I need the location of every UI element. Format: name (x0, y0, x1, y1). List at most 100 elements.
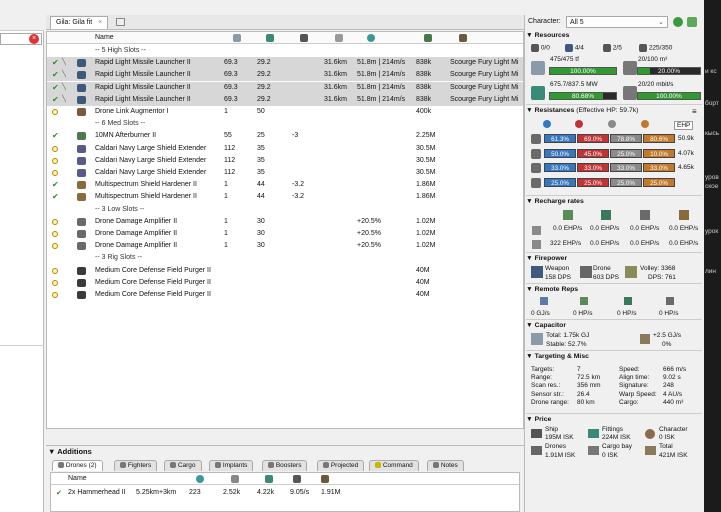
module-state-icon[interactable]: ✔ (52, 179, 59, 191)
module-row[interactable]: ✔ Multispectrum Shield Hardener II 1 44 -3.2… (47, 179, 523, 191)
resist-cell: 69.0% (577, 134, 609, 143)
module-state-icon[interactable] (52, 289, 58, 301)
module-state-icon[interactable] (52, 143, 58, 155)
clear-search-icon[interactable]: × (29, 34, 39, 44)
column-header-capacitor-icon[interactable] (300, 32, 308, 44)
tab-drones[interactable]: Drones (2) (52, 460, 103, 471)
module-icon (77, 277, 86, 289)
column-header-charge-icon[interactable] (459, 32, 467, 44)
module-state-icon[interactable]: ✔ (52, 57, 59, 69)
module-row[interactable]: Medium Core Defense Field Purger II 40M (47, 289, 523, 301)
new-tab-icon[interactable] (116, 18, 125, 26)
slot-separator[interactable]: -- 3 Rig Slots -- (47, 252, 523, 264)
module-state-icon[interactable] (52, 167, 58, 179)
module-state-icon[interactable] (52, 216, 58, 228)
module-c2: 50 (257, 108, 265, 115)
module-state-icon[interactable] (52, 106, 58, 118)
module-state-icon[interactable]: ✔ (52, 191, 59, 203)
drone-row[interactable]: ✔ 2x Hammerhead II 5.25km+3km 223 2.52k … (51, 487, 519, 499)
remote-cap-value: 0 GJ/s (531, 310, 550, 317)
module-state-icon[interactable] (52, 265, 58, 277)
recharge-heading[interactable]: ▼ Recharge rates (526, 198, 584, 205)
firepower-heading[interactable]: ▼ Firepower (526, 255, 567, 262)
background-window-text: и кс (705, 68, 717, 75)
module-row[interactable]: Medium Core Defense Field Purger II 40M (47, 277, 523, 289)
drone-column-name[interactable]: Name (68, 475, 87, 482)
module-state-icon[interactable]: ✔ (52, 130, 59, 142)
module-row[interactable]: ✔ Multispectrum Shield Hardener II 1 44 -3.2… (47, 191, 523, 203)
price-heading[interactable]: ▼ Price (526, 416, 551, 423)
tab-fighters[interactable]: Fighters (114, 460, 158, 471)
targeting-label: Range: (531, 374, 552, 382)
passive-shield-recharge: 322 EHP/s (550, 240, 582, 247)
module-row[interactable]: Caldari Navy Large Shield Extender 112 35 3… (47, 167, 523, 179)
module-row[interactable]: ✔ 10MN Afterburner II 55 25 -3 2.25M (47, 130, 523, 142)
module-state-icon[interactable] (52, 228, 58, 240)
drone-range: 5.25km+3km (136, 489, 177, 496)
slot-separator[interactable]: -- 6 Med Slots -- (47, 118, 523, 130)
module-name: Caldari Navy Large Shield Extender (95, 144, 207, 152)
module-row[interactable]: Drone Link Augmentor I 1 50 400k (47, 106, 523, 118)
module-row[interactable]: ✔ ╲ Rapid Light Missile Launcher II 69.3 29.… (47, 93, 523, 106)
module-row[interactable]: ✔ ╲ Rapid Light Missile Launcher II 69.3 29.… (47, 69, 523, 82)
character-edit-icon[interactable] (687, 17, 697, 27)
column-header-range-icon[interactable] (335, 32, 343, 44)
booster-icon (268, 462, 274, 469)
resources-heading[interactable]: ▼ Resources (526, 32, 569, 39)
tab-notes[interactable]: Notes (427, 460, 464, 471)
module-row[interactable]: Caldari Navy Large Shield Extender 112 35 3… (47, 155, 523, 167)
module-c2: 44 (257, 181, 265, 189)
module-state-icon[interactable] (52, 240, 58, 252)
module-table: Name -- 5 High Slots -- ✔ ╲ Rapid Light Mis… (46, 31, 524, 429)
column-header-price-icon[interactable] (424, 32, 432, 44)
module-row[interactable]: Caldari Navy Large Shield Extender 112 35 3… (47, 143, 523, 155)
module-row[interactable]: ✔ ╲ Rapid Light Missile Launcher II 69.3 29.… (47, 81, 523, 94)
resist-cell: 78.8% (610, 134, 642, 143)
module-state-icon[interactable]: ✔ (52, 69, 59, 81)
column-header-name[interactable]: Name (95, 32, 114, 44)
capacitor-heading[interactable]: ▼ Capacitor (526, 322, 566, 329)
module-icon (77, 106, 86, 118)
left-browser-pane (0, 0, 44, 512)
targeting-heading[interactable]: ▼ Targeting & Misc (526, 353, 589, 360)
module-row[interactable]: Medium Core Defense Field Purger II 40M (47, 265, 523, 277)
resist-cell: 33.0% (577, 163, 609, 172)
resist-cell: 45.0% (577, 148, 609, 158)
module-name: Multispectrum Shield Hardener II (95, 181, 197, 189)
close-tab-icon[interactable]: × (98, 19, 102, 26)
column-header-falloff-icon[interactable] (367, 32, 375, 44)
cargo-price-label: Cargo bay (602, 443, 632, 450)
resistances-heading[interactable]: ▼ Resistances (Effective HP: 59.7k) (526, 107, 638, 114)
menu-icon[interactable]: ≡ (692, 107, 697, 116)
fittings-price-icon (588, 429, 599, 438)
fit-tab[interactable]: Gila: Gila fit × (50, 16, 109, 29)
remote-reps-heading[interactable]: ▼ Remote Reps (526, 286, 578, 293)
ehp-toggle-button[interactable]: EHP (674, 121, 694, 130)
module-row[interactable]: ✔ ╲ Rapid Light Missile Launcher II 69.3 29.… (47, 57, 523, 70)
refresh-icon[interactable] (673, 17, 683, 27)
module-state-icon[interactable]: ✔ (52, 82, 59, 94)
module-state-icon[interactable] (52, 155, 58, 167)
character-select[interactable]: All 5 ⌄ (566, 16, 668, 28)
tab-command[interactable]: Command (369, 460, 419, 471)
module-row[interactable]: Drone Damage Amplifier II 1 30 +20.5% 1.02M (47, 216, 523, 228)
tab-projected[interactable]: Projected (317, 460, 365, 471)
average-layer-icon (531, 177, 541, 188)
module-c5: +20.5% (357, 217, 381, 225)
module-row[interactable]: Drone Damage Amplifier II 1 30 +20.5% 1.02M (47, 240, 523, 252)
fit-tab-label: Gila: Gila fit (56, 19, 93, 26)
additions-title[interactable]: ▼ Additions (48, 447, 92, 456)
tab-boosters[interactable]: Boosters (262, 460, 308, 471)
module-row[interactable]: Drone Damage Amplifier II 1 30 +20.5% 1.02M (47, 228, 523, 240)
drone-active-check-icon[interactable]: ✔ (56, 489, 62, 497)
fittings-price-label: Fittings (602, 426, 623, 433)
tab-implants[interactable]: Implants (209, 460, 254, 471)
tab-cargo[interactable]: Cargo (164, 460, 202, 471)
slot-separator[interactable]: -- 3 Low Slots -- (47, 204, 523, 216)
module-state-icon[interactable]: ✔ (52, 94, 59, 106)
slot-separator[interactable]: -- 5 High Slots -- (47, 45, 523, 57)
column-header-powergrid-icon[interactable] (266, 32, 274, 44)
module-state-icon[interactable] (52, 277, 58, 289)
column-header-cpu-icon[interactable] (233, 32, 241, 44)
module-c5 (357, 265, 415, 277)
